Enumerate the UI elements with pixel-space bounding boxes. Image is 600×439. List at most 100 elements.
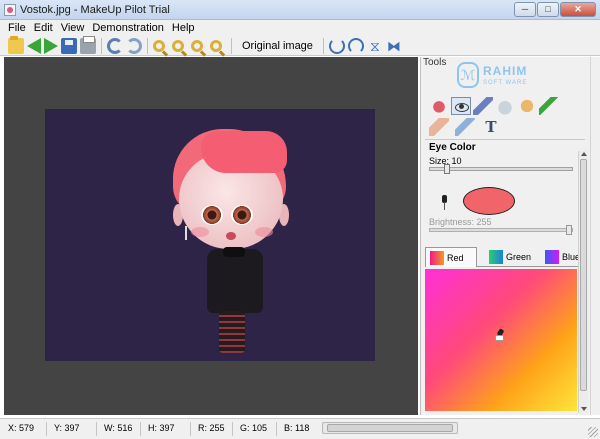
- scroll-down-arrow-icon[interactable]: [581, 407, 587, 411]
- status-b: B: 118: [284, 423, 310, 433]
- open-icon[interactable]: [8, 35, 24, 54]
- window-title: Vostok.jpg - MakeUp Pilot Trial: [20, 4, 170, 16]
- blush: [191, 227, 209, 237]
- rotate-left-icon[interactable]: [328, 37, 345, 54]
- title-bar: Vostok.jpg - MakeUp Pilot Trial ─ □ ✕: [0, 0, 600, 20]
- original-image-button[interactable]: Original image: [237, 39, 318, 53]
- brightness-slider-thumb[interactable]: [566, 225, 572, 235]
- color-picker[interactable]: [425, 269, 577, 411]
- eyedropper-icon[interactable]: [439, 195, 449, 211]
- panel-scrollbar[interactable]: [578, 151, 588, 413]
- zoom-out-icon[interactable]: [172, 39, 184, 52]
- status-bar: X: 579 Y: 397 W: 516 H: 397 R: 255 G: 10…: [0, 418, 600, 439]
- flip-horizontal-icon[interactable]: ⧓: [386, 38, 402, 54]
- status-r: R: 255: [198, 423, 225, 433]
- watermark-subtext: SOFT WARE: [483, 80, 528, 86]
- section-title: Eye Color: [429, 142, 476, 153]
- status-h: H: 397: [148, 423, 175, 433]
- color-tabs: Red Green Blue: [425, 247, 587, 267]
- status-separator: [232, 422, 233, 436]
- save-icon[interactable]: [61, 37, 77, 54]
- status-x: X: 579: [8, 423, 35, 433]
- image-canvas[interactable]: [4, 57, 418, 415]
- back-icon[interactable]: [27, 37, 41, 54]
- watermark-badge-icon: ℳ: [457, 62, 479, 88]
- size-slider-thumb[interactable]: [443, 164, 450, 174]
- mouth: [226, 232, 236, 240]
- brush-tool-icon[interactable]: [539, 97, 559, 115]
- undo-icon[interactable]: [107, 37, 123, 54]
- watermark-text: RAHIM: [483, 64, 528, 78]
- eraser-tool-icon[interactable]: [429, 118, 449, 136]
- status-separator: [140, 422, 141, 436]
- earring: [185, 226, 187, 240]
- status-scrollbar[interactable]: [322, 422, 458, 434]
- menu-edit[interactable]: Edit: [34, 22, 53, 34]
- menu-help[interactable]: Help: [172, 22, 195, 34]
- print-icon[interactable]: [80, 35, 96, 54]
- divider: [425, 139, 585, 140]
- text-tool-icon[interactable]: T: [481, 118, 501, 136]
- palette-tool-icon[interactable]: [517, 97, 537, 115]
- right-eye: [231, 205, 253, 225]
- menu-view[interactable]: View: [61, 22, 85, 34]
- photo[interactable]: [45, 109, 375, 361]
- lips-tool-icon[interactable]: [429, 97, 449, 115]
- left-eye: [201, 205, 223, 225]
- red-swatch-icon: [430, 250, 444, 265]
- toolbar-separator: [231, 37, 232, 54]
- pot-tool-icon[interactable]: [495, 97, 515, 115]
- zoom-actual-icon[interactable]: [210, 39, 222, 52]
- close-button[interactable]: ✕: [560, 2, 596, 17]
- resize-grip-icon[interactable]: [588, 427, 598, 437]
- toolbar-separator: [322, 37, 324, 54]
- menu-file[interactable]: File: [8, 22, 26, 34]
- blue-swatch-icon: [545, 250, 559, 264]
- app-icon: [4, 4, 16, 16]
- status-w: W: 516: [104, 423, 133, 433]
- tool-row: [429, 97, 559, 115]
- brightness-label: Brightness: 255: [429, 217, 492, 227]
- tool-row: T: [429, 118, 501, 136]
- tab-green[interactable]: Green: [485, 247, 537, 267]
- tab-red[interactable]: Red: [425, 247, 477, 267]
- legs: [219, 311, 245, 353]
- scroll-up-arrow-icon[interactable]: [581, 152, 587, 156]
- zoom-fit-icon[interactable]: [191, 39, 203, 52]
- rotate-right-icon[interactable]: [347, 37, 364, 54]
- feather-tool-icon[interactable]: [455, 118, 475, 136]
- menu-bar: File Edit View Demonstration Help: [0, 20, 600, 36]
- flip-vertical-icon[interactable]: ⧖: [367, 38, 383, 54]
- status-y: Y: 397: [54, 423, 80, 433]
- status-separator: [46, 422, 47, 436]
- tools-panel: Tools ℳ RAHIM SOFT WARE T Eye Color Size…: [420, 57, 590, 415]
- torso: [207, 249, 263, 313]
- scrollbar-thumb[interactable]: [580, 159, 587, 391]
- eye-tool-icon[interactable]: [451, 97, 471, 115]
- scrollbar-thumb[interactable]: [327, 424, 453, 432]
- status-separator: [190, 422, 191, 436]
- toolbar: Original image ⧖ ⧓: [0, 35, 600, 56]
- pencil-tool-icon[interactable]: [473, 97, 493, 115]
- collar: [223, 247, 245, 257]
- watermark-logo: ℳ RAHIM SOFT WARE: [457, 62, 567, 92]
- eyedropper-cursor-icon: [493, 329, 505, 343]
- window-controls: ─ □ ✕: [514, 2, 596, 17]
- size-slider[interactable]: [429, 164, 573, 174]
- redo-icon[interactable]: [126, 37, 142, 54]
- minimize-button[interactable]: ─: [514, 2, 536, 17]
- window-right-edge: [590, 57, 600, 415]
- color-swatch[interactable]: [463, 187, 515, 215]
- tab-label: Red: [447, 252, 464, 263]
- maximize-button[interactable]: □: [537, 2, 559, 17]
- blush: [255, 227, 273, 237]
- toolbar-separator: [101, 37, 102, 54]
- toolbar-separator: [147, 37, 148, 54]
- forward-icon[interactable]: [44, 37, 58, 54]
- zoom-in-icon[interactable]: [153, 39, 165, 52]
- status-separator: [276, 422, 277, 436]
- green-swatch-icon: [489, 250, 503, 264]
- brightness-slider[interactable]: [429, 225, 573, 235]
- menu-demonstration[interactable]: Demonstration: [92, 22, 164, 34]
- fringe: [201, 131, 287, 173]
